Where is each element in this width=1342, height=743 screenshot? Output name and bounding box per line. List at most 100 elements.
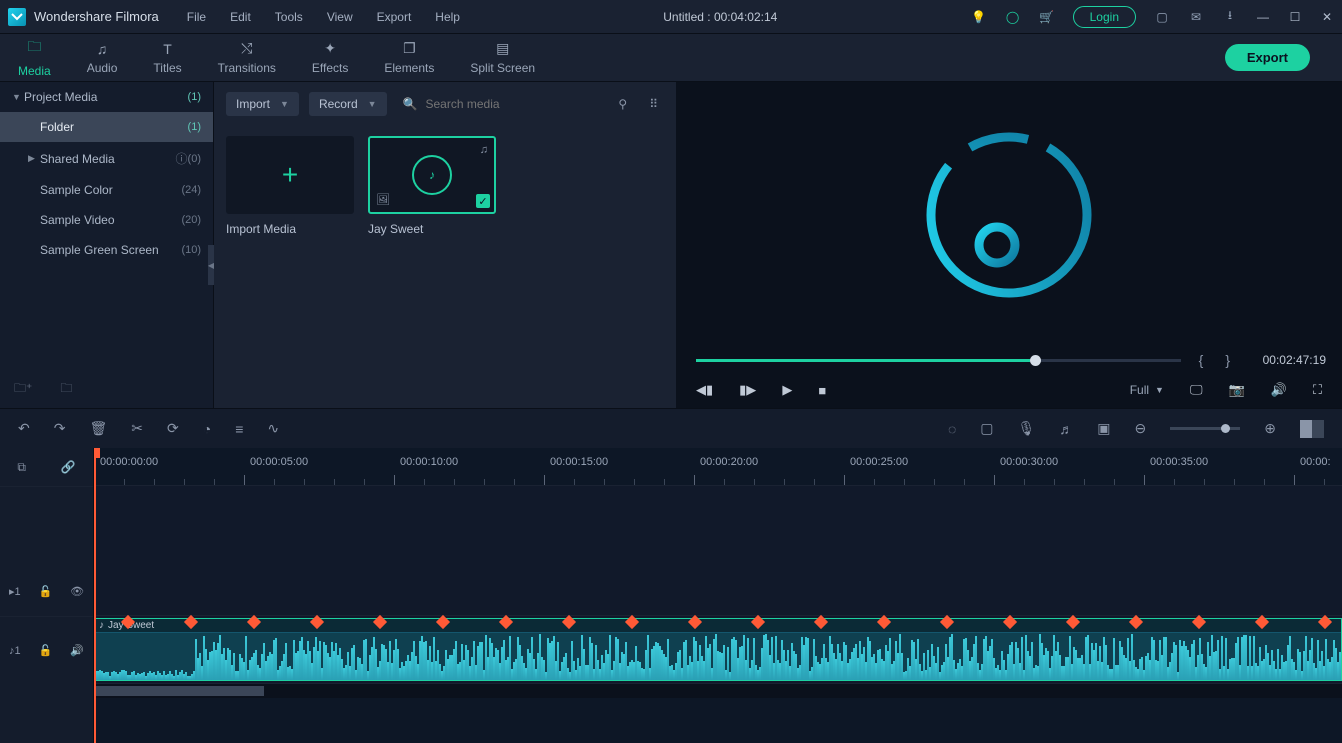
login-button[interactable]: Login [1073,6,1136,28]
record-label: Record [319,97,358,111]
mark-out-icon[interactable]: } [1221,352,1234,368]
display-icon[interactable]: 🖵 [1190,382,1203,398]
zoom-out-button[interactable]: ⊖ [1135,420,1147,437]
menu-tools[interactable]: Tools [265,6,313,28]
import-media-thumb[interactable]: + [226,136,354,214]
panel-collapse-handle[interactable]: ◀ [208,245,214,285]
folder-icon[interactable]: 🗀 [60,379,72,400]
grid-view-icon[interactable]: ⠿ [643,93,664,115]
progress-slider[interactable] [696,359,1181,362]
maximize-button[interactable]: ☐ [1288,10,1302,24]
menu-help[interactable]: Help [425,6,470,28]
mail-icon[interactable]: ✉ [1188,9,1204,25]
visibility-icon[interactable]: 👁 [70,585,84,598]
zoom-thumb[interactable] [1221,424,1230,433]
text-icon: T [163,41,172,57]
audio-clip[interactable]: ♪ Jay Sweet [94,618,1342,681]
menu-edit[interactable]: Edit [220,6,261,28]
timeline-view-toggle[interactable] [1300,420,1324,438]
image-small-icon: 🖼 [376,193,390,206]
undo-button[interactable]: ↶ [18,420,30,437]
tab-media[interactable]: 🗀Media [14,32,55,84]
import-media-label: Import Media [226,222,354,236]
tab-elements[interactable]: ❐Elements [380,36,438,79]
tab-transitions[interactable]: ⤭Transitions [214,36,280,79]
search-input[interactable] [426,97,597,111]
lock-icon[interactable]: 🔓 [38,585,52,598]
main-row: ▼ Project Media (1) Folder (1) ▶ Shared … [0,82,1342,408]
tree-folder[interactable]: Folder (1) [0,112,213,142]
tab-splitscreen[interactable]: ▤Split Screen [466,36,539,79]
video-track-header[interactable]: ▸1 🔓 👁 [0,486,93,616]
audio-track-header[interactable]: ♪1 🔓 🔊 [0,616,93,684]
menu-export[interactable]: Export [367,6,422,28]
voiceover-button[interactable]: 🎙 [1018,420,1036,437]
cart-icon[interactable]: 🛒 [1039,9,1055,25]
menu-view[interactable]: View [317,6,363,28]
snapshot-icon[interactable]: 📷 [1229,382,1245,398]
playhead[interactable] [94,448,96,743]
tree-sample-video[interactable]: Sample Video (20) [0,205,213,235]
import-dropdown[interactable]: Import▼ [226,92,299,116]
minimize-button[interactable]: — [1256,10,1270,24]
crop-button[interactable]: ◔ [203,421,211,437]
record-dropdown[interactable]: Record▼ [309,92,387,116]
timeline-scrollbar[interactable] [94,684,1342,698]
folder-icon: 🗀 [27,36,41,60]
tree-sample-green[interactable]: Sample Green Screen (10) [0,235,213,265]
stop-button[interactable]: ■ [818,383,826,398]
tree-shared-media[interactable]: ▶ Shared Media ⓘ (0) [0,142,213,175]
fullscreen-icon[interactable]: ⛶ [1313,382,1322,398]
delete-button[interactable]: 🗑 [89,420,107,437]
tree-project-media[interactable]: ▼ Project Media (1) [0,82,213,112]
download-icon[interactable]: ⭳ [1222,9,1238,25]
overlap-icon[interactable]: ⧉ [17,460,26,475]
mixer-button[interactable]: ♬ [1059,421,1073,437]
tree-folder-count: (1) [188,121,201,133]
link-icon[interactable]: 🔗 [61,460,76,474]
timeline-tracks[interactable]: 00:00:00:0000:00:05:0000:00:10:0000:00:1… [94,448,1342,743]
tab-transitions-label: Transitions [218,61,276,75]
time-ruler[interactable]: 00:00:00:0000:00:05:0000:00:10:0000:00:1… [94,448,1342,486]
tab-effects[interactable]: ✦Effects [308,36,352,79]
import-media-card[interactable]: + Import Media [226,136,354,236]
split-button[interactable]: ✂ [131,420,143,437]
speed-button[interactable]: ⟳ [167,420,179,437]
export-button[interactable]: Export [1225,44,1310,71]
timeline-scroll-thumb[interactable] [94,686,264,696]
media-clip-card[interactable]: ♫ ♪ 🖼 ✓ Jay Sweet [368,136,496,236]
render-button[interactable]: ◌ [948,421,956,437]
video-track-lane[interactable] [94,486,1342,616]
redo-button[interactable]: ↷ [54,420,66,437]
tab-audio[interactable]: ♫Audio [83,37,122,79]
filter-icon[interactable]: ⚲ [612,93,633,115]
next-frame-button[interactable]: ▮▶ [739,382,756,398]
idea-icon[interactable]: 💡 [971,9,987,25]
music-small-icon: ♫ [480,144,488,156]
progress-thumb[interactable] [1030,355,1041,366]
lock-icon[interactable]: 🔓 [39,644,53,657]
volume-icon[interactable]: 🔊 [1271,382,1287,398]
marker-button[interactable]: ▢ [980,420,993,437]
close-button[interactable]: ✕ [1320,10,1334,24]
mark-in-icon[interactable]: { [1195,352,1208,368]
menu-file[interactable]: File [177,6,216,28]
playback-quality-dropdown[interactable]: Full▼ [1130,383,1164,397]
media-clip-thumb[interactable]: ♫ ♪ 🖼 ✓ [368,136,496,214]
adjust-button[interactable]: ≡ [235,421,243,437]
save-icon[interactable]: ▢ [1154,9,1170,25]
preview-viewport[interactable] [676,82,1342,348]
new-folder-icon[interactable]: 🗀⁺ [14,379,32,400]
tab-titles[interactable]: TTitles [149,37,185,79]
prev-frame-button[interactable]: ◀▮ [696,382,713,398]
mute-icon[interactable]: 🔊 [70,644,84,657]
play-button[interactable]: ▶ [782,382,792,398]
audio-adjust-button[interactable]: ∿ [267,420,279,437]
zoom-slider[interactable] [1170,427,1240,430]
tree-sample-color[interactable]: Sample Color (24) [0,175,213,205]
support-icon[interactable]: ◯ [1005,9,1021,25]
search-box[interactable]: 🔍 [397,93,603,115]
keyframe-button[interactable]: ▣ [1097,420,1110,437]
audio-track-lane[interactable]: ♪ Jay Sweet [94,616,1342,684]
zoom-in-button[interactable]: ⊕ [1264,420,1276,437]
